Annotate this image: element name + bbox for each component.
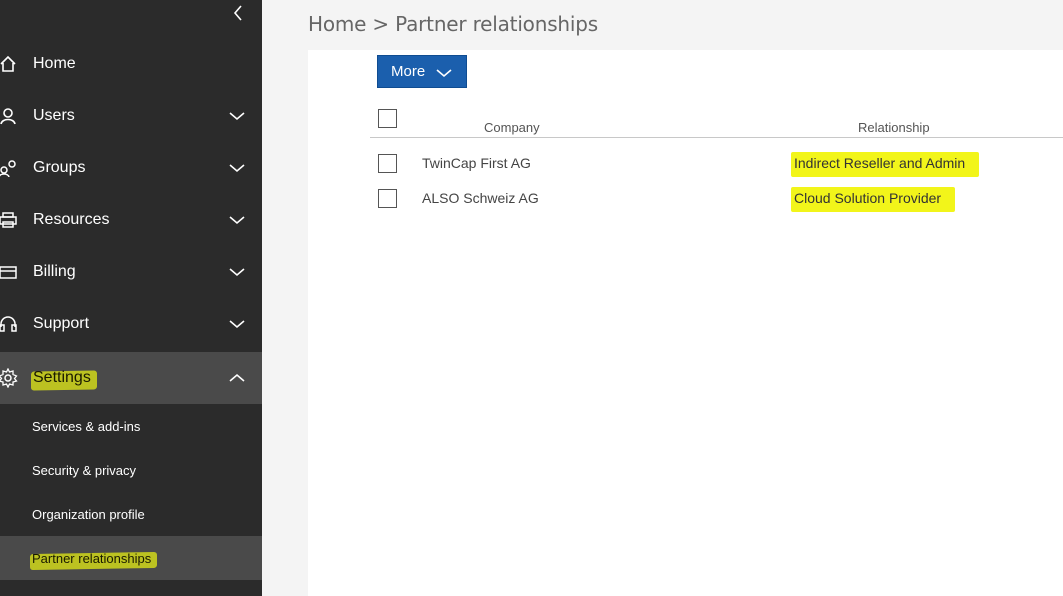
company-cell: ALSO Schweiz AG <box>422 190 539 206</box>
submenu-item-label: Services & add-ins <box>32 418 141 434</box>
select-all-checkbox[interactable] <box>378 109 397 128</box>
collapse-sidebar-button[interactable] <box>226 0 250 26</box>
gear-icon <box>0 368 18 388</box>
chevron-down-icon[interactable] <box>226 157 248 179</box>
sidebar-item-home[interactable]: Home <box>0 38 262 90</box>
column-header-company[interactable]: Company <box>484 120 540 135</box>
sidebar-item-support[interactable]: Support <box>0 298 262 350</box>
more-button-label: More <box>391 63 426 80</box>
submenu-item-label: Organization profile <box>32 506 145 522</box>
company-cell: TwinCap First AG <box>422 155 531 171</box>
table-row[interactable]: TwinCap First AG Indirect Reseller and A… <box>370 152 1063 188</box>
headset-icon <box>0 314 18 334</box>
submenu-item-security-privacy[interactable]: Security & privacy <box>0 448 262 492</box>
sidebar-item-groups[interactable]: Groups <box>0 142 262 194</box>
relationship-cell: Indirect Reseller and Admin <box>790 152 980 177</box>
user-icon <box>0 106 18 126</box>
chevron-left-icon <box>233 5 242 21</box>
sidebar-item-label: Billing <box>33 263 76 280</box>
chevron-down-icon <box>436 69 452 78</box>
printer-icon <box>0 210 18 230</box>
chevron-down-icon[interactable] <box>226 261 248 283</box>
sidebar-item-label: Home <box>33 55 76 72</box>
submenu-item-services-addins[interactable]: Services & add-ins <box>0 404 262 448</box>
submenu-item-label: Partner relationships <box>32 550 152 566</box>
sidebar: Home Users Groups Resources Billing Supp… <box>0 0 262 596</box>
sidebar-item-label: Groups <box>33 159 86 176</box>
chevron-down-icon[interactable] <box>226 209 248 231</box>
submenu-item-partner-relationships[interactable]: Partner relationships <box>0 536 262 580</box>
row-checkbox[interactable] <box>378 154 397 173</box>
table-row[interactable]: ALSO Schweiz AG Cloud Solution Provider <box>370 187 1063 223</box>
sidebar-item-label: Support <box>33 315 90 332</box>
main-panel: More Company Relationship TwinCap First … <box>308 50 1063 596</box>
home-icon <box>0 54 18 74</box>
credit-card-icon <box>0 262 18 282</box>
submenu-item-label: Security & privacy <box>32 462 137 478</box>
groups-icon <box>0 158 18 178</box>
sidebar-item-resources[interactable]: Resources <box>0 194 262 246</box>
sidebar-item-users[interactable]: Users <box>0 90 262 142</box>
settings-submenu: Services & add-ins Security & privacy Or… <box>0 404 262 596</box>
relationship-cell: Cloud Solution Provider <box>790 187 956 212</box>
sidebar-item-settings[interactable]: Settings <box>0 352 262 404</box>
sidebar-item-label: Settings <box>33 369 91 386</box>
breadcrumb: Home > Partner relationships <box>308 12 598 36</box>
sidebar-item-label: Resources <box>33 211 110 228</box>
row-checkbox[interactable] <box>378 189 397 208</box>
sidebar-item-label: Users <box>33 107 75 124</box>
chevron-up-icon[interactable] <box>226 367 248 389</box>
submenu-item-organization-profile[interactable]: Organization profile <box>0 492 262 536</box>
table-header: Company Relationship <box>370 108 1063 138</box>
chevron-down-icon[interactable] <box>226 105 248 127</box>
sidebar-item-billing[interactable]: Billing <box>0 246 262 298</box>
column-header-relationship[interactable]: Relationship <box>858 120 930 135</box>
chevron-down-icon[interactable] <box>226 313 248 335</box>
more-button[interactable]: More <box>377 55 467 88</box>
